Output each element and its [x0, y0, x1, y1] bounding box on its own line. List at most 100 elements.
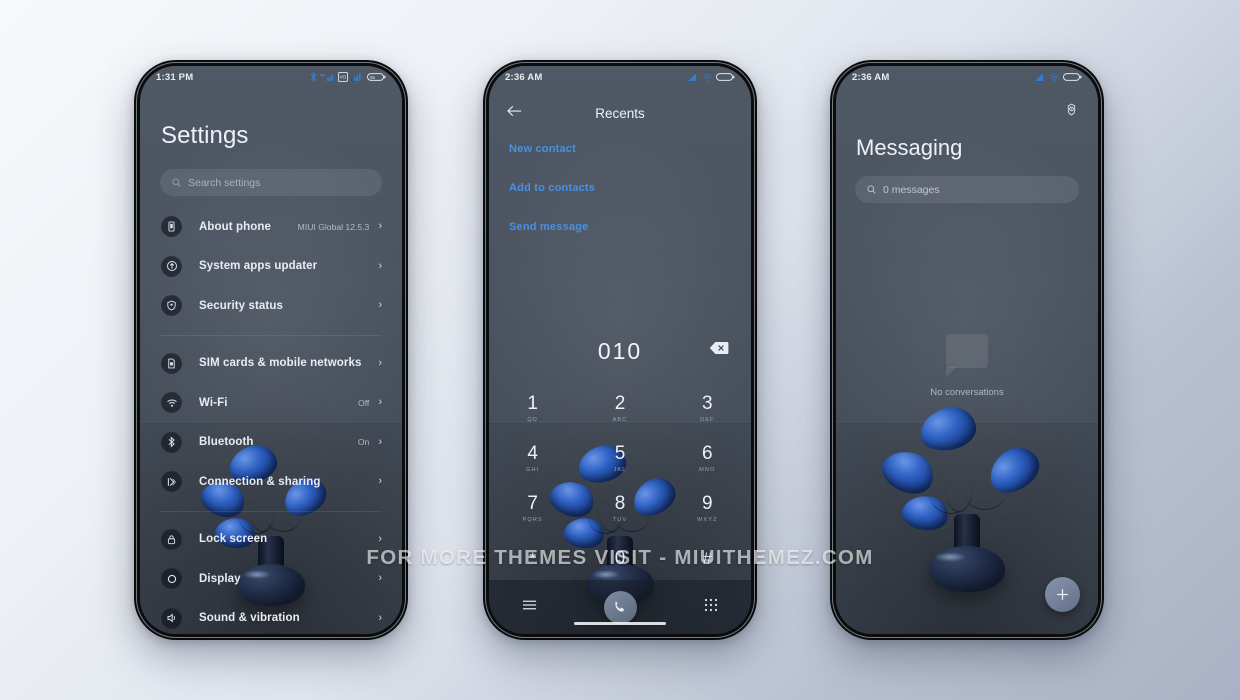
key-sub: QD	[527, 416, 538, 423]
phone-info-icon	[161, 216, 182, 238]
display-icon	[161, 568, 182, 590]
status-icons	[1035, 72, 1082, 82]
screen-messaging: 2:36 AM Messaging 0 messages No conversa…	[836, 66, 1098, 634]
settings-row-connection-sharing[interactable]: Connection & sharing ›	[140, 462, 402, 502]
chevron-right-icon: ›	[378, 356, 382, 369]
dialpad-key-7[interactable]: 7 PQRS	[489, 484, 576, 532]
plus-icon	[1057, 589, 1068, 600]
page-title: Messaging	[856, 135, 963, 160]
settings-row-system-apps-updater[interactable]: System apps updater ›	[140, 247, 402, 287]
key-digit: 1	[527, 392, 538, 414]
status-bar: 2:36 AM	[836, 66, 1098, 88]
back-arrow-icon[interactable]	[507, 104, 522, 122]
key-sub: MNO	[699, 466, 716, 473]
settings-content: Settings Search settings About phone MIU…	[140, 66, 402, 634]
key-digit: 7	[527, 492, 538, 514]
backspace-icon[interactable]	[709, 341, 729, 360]
battery-level: 65	[370, 75, 376, 80]
key-sub: TUV	[612, 516, 628, 523]
status-bar: 1:31 PM 4G VO 65	[140, 66, 402, 88]
key-digit: 4	[527, 442, 538, 464]
settings-row-about-phone[interactable]: About phone MIUI Global 12.5.3 ›	[140, 207, 402, 247]
dialpad-key-8[interactable]: 8 TUV	[576, 484, 663, 532]
key-sub: JKL	[613, 466, 627, 473]
settings-row-value: On	[357, 437, 370, 448]
phone-call-icon	[615, 601, 625, 612]
list-divider	[160, 510, 382, 512]
bluetooth-icon	[310, 72, 317, 82]
chevron-right-icon: ›	[378, 220, 382, 233]
settings-row-display[interactable]: Display ›	[140, 559, 402, 599]
new-message-fab[interactable]	[1045, 577, 1080, 612]
search-input[interactable]: Search settings	[160, 169, 382, 196]
search-placeholder: Search settings	[188, 176, 261, 189]
settings-row-lock-screen[interactable]: Lock screen ›	[140, 520, 402, 560]
screen-dialer: 2:36 AM Recents New contact Add to conta…	[489, 66, 751, 634]
dialpad-key-1[interactable]: 1 QD	[489, 384, 576, 432]
settings-row-sound-vibration[interactable]: Sound & vibration ›	[140, 599, 402, 635]
settings-list: About phone MIUI Global 12.5.3 › System …	[140, 207, 402, 634]
volte-icon: VO	[338, 72, 348, 82]
phone-device-settings: 1:31 PM 4G VO 65 Settings Search setting…	[134, 60, 408, 640]
status-bar: 2:36 AM	[489, 66, 751, 88]
dialpad-key-4[interactable]: 4 GHI	[489, 434, 576, 482]
settings-row-bluetooth[interactable]: Bluetooth On ›	[140, 423, 402, 463]
signal-bars-icon	[351, 73, 361, 81]
settings-row-label: Wi-Fi	[199, 396, 228, 409]
dialpad-key-hash[interactable]: #	[664, 534, 751, 582]
settings-row-security-status[interactable]: Security status ›	[140, 286, 402, 326]
search-input[interactable]: 0 messages	[855, 176, 1079, 203]
action-send-message[interactable]: Send message	[509, 221, 731, 233]
wifi-icon	[161, 392, 182, 414]
chevron-right-icon: ›	[378, 532, 382, 545]
chevron-right-icon: ›	[378, 475, 382, 488]
settings-row-wifi[interactable]: Wi-Fi Off ›	[140, 383, 402, 423]
status-icons: 4G VO 65	[310, 72, 386, 82]
gear-icon[interactable]	[1064, 103, 1079, 123]
key-digit: 9	[702, 492, 713, 514]
chevron-right-icon: ›	[378, 259, 382, 272]
dialpad-grid-icon[interactable]	[704, 598, 718, 617]
dialpad-key-6[interactable]: 6 MNO	[664, 434, 751, 482]
dialpad-key-5[interactable]: 5 JKL	[576, 434, 663, 482]
settings-row-label: About phone	[199, 220, 271, 233]
sim-card-icon	[161, 352, 182, 374]
list-divider	[160, 334, 382, 336]
status-time: 2:36 AM	[505, 71, 543, 83]
key-digit: 2	[614, 392, 626, 414]
dialpad-key-2[interactable]: 2 ABC	[576, 384, 663, 432]
dialer-actions: New contact Add to contacts Send message	[509, 143, 731, 260]
lock-icon	[161, 528, 182, 550]
phone-call-button[interactable]	[603, 590, 637, 624]
dialpad-key-0[interactable]: 0	[576, 534, 663, 582]
dialpad-key-3[interactable]: 3 DEF	[664, 384, 751, 432]
speech-bubble-icon	[946, 334, 988, 377]
key-digit: 5	[614, 442, 626, 464]
key-sub: WXYZ	[697, 516, 718, 523]
shield-icon	[161, 295, 182, 317]
phone-device-messaging: 2:36 AM Messaging 0 messages No conversa…	[830, 60, 1104, 640]
action-new-contact[interactable]: New contact	[509, 143, 731, 155]
app-bar: Recents	[489, 96, 751, 130]
hamburger-menu-icon[interactable]	[522, 598, 537, 616]
dialer-content: Recents New contact Add to contacts Send…	[489, 66, 751, 634]
dialed-number: 010	[597, 337, 643, 364]
search-placeholder: 0 messages	[883, 183, 940, 196]
dialpad-key-9[interactable]: 9 WXYZ	[664, 484, 751, 532]
settings-row-label: Bluetooth	[199, 436, 254, 449]
key-digit: #	[702, 548, 713, 568]
dialed-number-row: 010	[489, 334, 751, 368]
chevron-right-icon: ›	[378, 396, 382, 409]
key-digit: 3	[702, 392, 713, 414]
settings-row-label: Connection & sharing	[199, 475, 321, 488]
settings-row-label: Display	[199, 572, 241, 585]
status-time: 2:36 AM	[852, 71, 890, 83]
settings-row-label: System apps updater	[199, 260, 318, 273]
settings-row-sim-cards[interactable]: SIM cards & mobile networks ›	[140, 344, 402, 384]
home-indicator[interactable]	[574, 621, 666, 625]
action-add-to-contacts[interactable]: Add to contacts	[509, 182, 731, 194]
settings-row-value: Off	[358, 397, 370, 408]
key-sub: ABC	[612, 416, 628, 423]
dialpad-key-star[interactable]: *	[489, 534, 576, 582]
settings-row-label: Lock screen	[199, 533, 268, 546]
